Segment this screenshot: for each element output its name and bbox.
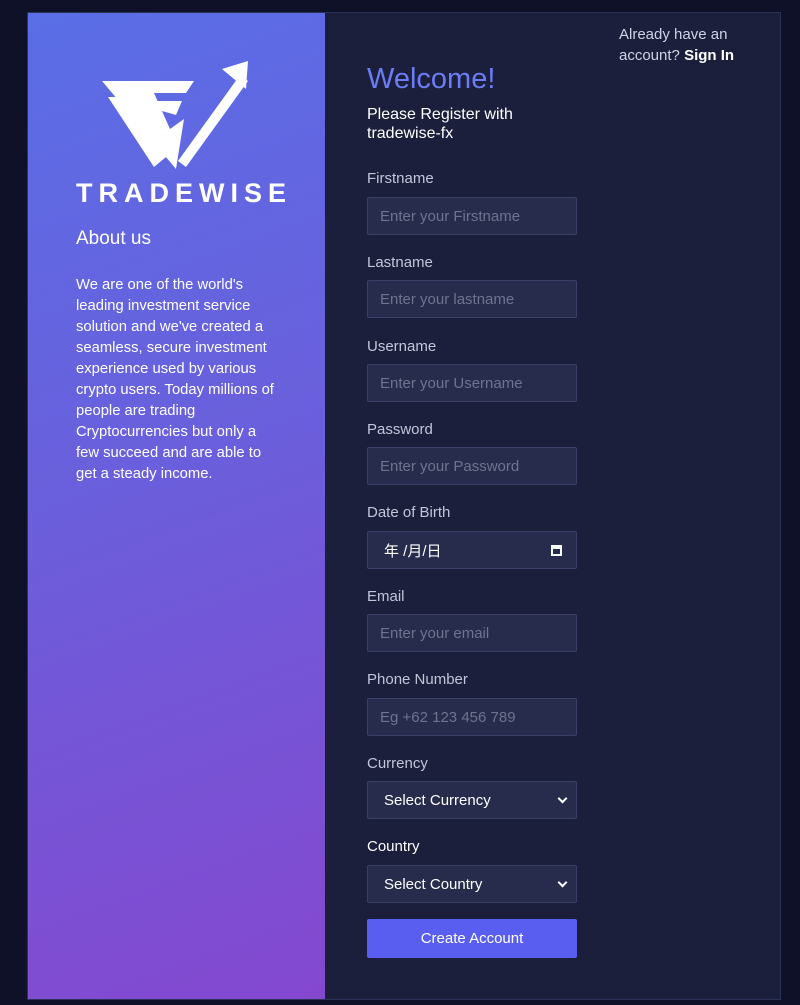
phone-label: Phone Number <box>367 671 468 688</box>
firstname-label: Firstname <box>367 170 434 187</box>
create-account-button[interactable]: Create Account <box>367 919 577 958</box>
currency-selected: Select Currency <box>384 791 491 809</box>
register-page: TRADEWISE About us We are one of the wor… <box>27 12 781 1000</box>
email-label: Email <box>367 588 405 605</box>
password-input[interactable] <box>367 447 577 485</box>
lastname-input[interactable] <box>367 280 577 318</box>
currency-select[interactable]: Select Currency <box>367 781 577 819</box>
about-title: About us <box>76 228 151 249</box>
chevron-down-icon <box>557 793 568 803</box>
chevron-down-icon <box>557 877 568 887</box>
email-input[interactable] <box>367 614 577 652</box>
dob-value: 年 /月/日 <box>384 542 442 560</box>
brand-name: TRADEWISE <box>76 178 292 208</box>
signin-prompt: Already have an account? Sign In <box>619 24 749 66</box>
country-select[interactable]: Select Country <box>367 865 577 903</box>
dob-label: Date of Birth <box>367 504 451 521</box>
about-text: We are one of the world's leading invest… <box>76 277 274 482</box>
signin-link[interactable]: Sign In <box>684 47 734 64</box>
tradewise-logo-icon <box>102 61 248 169</box>
password-label: Password <box>367 421 433 438</box>
calendar-icon[interactable] <box>551 544 562 556</box>
welcome-heading: Welcome! <box>367 63 496 95</box>
country-label: Country <box>367 838 420 855</box>
firstname-input[interactable] <box>367 197 577 235</box>
about-panel: TRADEWISE About us We are one of the wor… <box>28 13 325 999</box>
phone-input[interactable] <box>367 698 577 736</box>
register-form-panel: Already have an account? Sign In Welcome… <box>325 13 782 999</box>
lastname-label: Lastname <box>367 254 433 271</box>
username-label: Username <box>367 338 437 355</box>
currency-label: Currency <box>367 755 428 772</box>
username-input[interactable] <box>367 364 577 402</box>
register-subtitle: Please Register with tradewise-fx <box>367 106 513 142</box>
country-selected: Select Country <box>384 875 483 893</box>
dob-input[interactable]: 年 /月/日 <box>367 531 577 569</box>
